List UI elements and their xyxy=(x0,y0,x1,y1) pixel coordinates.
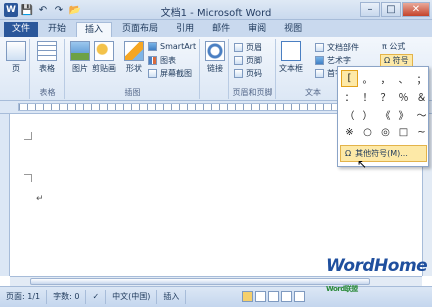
symbol-cell[interactable]: 《 xyxy=(377,106,394,123)
maximize-button[interactable]: □ xyxy=(381,2,401,17)
symbol-cell[interactable]: 》 xyxy=(395,106,412,123)
tab-file[interactable]: 文件 xyxy=(4,22,39,37)
symbol-cell[interactable]: [ xyxy=(341,70,358,87)
screenshot-icon xyxy=(148,69,157,78)
ribbon-tabs: 文件 开始 插入 页面布局 引用 邮件 审阅 视图 xyxy=(0,20,432,37)
formula-button[interactable]: π 公式 xyxy=(382,41,405,52)
status-words[interactable]: 字数: 0 xyxy=(47,290,87,304)
symbol-cell[interactable]: 、 xyxy=(395,70,412,87)
textbox-icon xyxy=(281,41,301,61)
group-tables: 表格 表格 xyxy=(31,39,65,99)
clipart-button[interactable]: 剪贴画 xyxy=(92,41,116,74)
wordart-button[interactable]: 艺术字 xyxy=(315,55,351,66)
group-label-tables: 表格 xyxy=(39,88,56,97)
wordart-icon xyxy=(315,56,324,65)
status-language[interactable]: 中文(中国) xyxy=(106,290,158,304)
view-buttons xyxy=(242,291,305,302)
chart-button[interactable]: 图表 xyxy=(148,55,176,66)
margin-corner-mark xyxy=(24,174,32,182)
symbol-cell[interactable]: ％ xyxy=(395,88,412,105)
print-layout-view-icon[interactable] xyxy=(242,291,253,302)
page-number-button[interactable]: 页码 xyxy=(234,68,262,79)
close-button[interactable]: ✕ xyxy=(402,2,430,17)
footer-icon xyxy=(234,56,243,65)
tab-references[interactable]: 引用 xyxy=(168,22,202,37)
status-page[interactable]: 页面: 1/1 xyxy=(0,290,48,304)
picture-button[interactable]: 图片 xyxy=(70,41,90,74)
symbol-cell[interactable]: ， xyxy=(377,70,394,87)
symbol-cell[interactable]: □ xyxy=(395,124,412,141)
tab-insert[interactable]: 插入 xyxy=(76,22,113,37)
symbol-cell[interactable]: ※ xyxy=(341,124,358,141)
link-icon xyxy=(205,41,225,61)
more-symbols-item[interactable]: Ω 其他符号(M)... xyxy=(340,145,427,162)
group-pages: 页 xyxy=(0,39,30,99)
textbox-button[interactable]: 文本框 xyxy=(279,41,303,74)
symbol-cell[interactable]: ＆ xyxy=(413,88,430,105)
screenshot-button[interactable]: 屏幕截图 xyxy=(148,68,192,79)
paragraph-mark: ↵ xyxy=(36,194,44,204)
symbol-cell[interactable]: ～ xyxy=(413,106,430,123)
smartart-icon xyxy=(148,42,157,51)
omega-icon: Ω xyxy=(345,149,352,158)
symbol-cell[interactable]: ~ xyxy=(413,124,430,141)
margin-corner-mark xyxy=(24,132,32,140)
wordhome-watermark: WordHome Word联盟 xyxy=(326,256,428,293)
smartart-button[interactable]: SmartArt xyxy=(148,42,196,51)
outline-view-icon[interactable] xyxy=(281,291,292,302)
group-header-footer: 页眉 页脚 页码 页眉和页脚 xyxy=(230,39,276,99)
proofing-icon[interactable]: ✓ xyxy=(86,290,107,304)
status-mode[interactable]: 插入 xyxy=(157,290,187,304)
shapes-icon xyxy=(124,41,144,61)
docparts-icon xyxy=(315,43,324,52)
table-button[interactable]: 表格 xyxy=(37,41,57,74)
symbol-cell[interactable]: ！ xyxy=(359,88,376,105)
header-icon xyxy=(234,43,243,52)
docparts-button[interactable]: 文档部件 xyxy=(315,42,359,53)
footer-button[interactable]: 页脚 xyxy=(234,55,262,66)
symbol-cell[interactable]: 。 xyxy=(359,70,376,87)
page-icon xyxy=(6,41,26,61)
draft-view-icon[interactable] xyxy=(294,291,305,302)
symbol-grid: [ 。 ， 、 ； ： ！ ？ ％ ＆ （ ） 《 》 ～ ※ ○ ◎ □ ~ xyxy=(341,70,430,141)
vertical-ruler xyxy=(0,114,10,276)
table-icon xyxy=(37,41,57,61)
tab-page-layout[interactable]: 页面布局 xyxy=(114,22,166,37)
symbol-cell[interactable]: ？ xyxy=(377,88,394,105)
symbol-cell[interactable]: ； xyxy=(413,70,430,87)
symbol-cell[interactable]: （ xyxy=(341,106,358,123)
tab-home[interactable]: 开始 xyxy=(40,22,74,37)
tab-mailings[interactable]: 邮件 xyxy=(204,22,238,37)
web-layout-view-icon[interactable] xyxy=(268,291,279,302)
mouse-pointer-icon: ↖ xyxy=(357,157,368,171)
clipart-icon xyxy=(94,41,114,61)
group-illustrations: 图片 剪贴画 形状 SmartArt 图表 屏幕截图 插图 xyxy=(66,39,200,99)
minimize-button[interactable]: – xyxy=(360,2,380,17)
group-label-header-footer: 页眉和页脚 xyxy=(232,88,273,97)
tab-view[interactable]: 视图 xyxy=(276,22,310,37)
shapes-button[interactable]: 形状 xyxy=(124,41,144,74)
tab-review[interactable]: 审阅 xyxy=(240,22,274,37)
group-label-illustrations: 插图 xyxy=(124,88,141,97)
symbol-cell[interactable]: ： xyxy=(341,88,358,105)
picture-icon xyxy=(70,41,90,61)
symbol-cell[interactable]: ○ xyxy=(359,124,376,141)
pages-button[interactable]: 页 xyxy=(6,41,26,74)
dropcap-icon xyxy=(315,69,324,78)
group-links: 链接 xyxy=(201,39,229,99)
title-bar: W 💾 ↶ ↷ 📂 文档1 - Microsoft Word – □ ✕ xyxy=(0,0,432,20)
symbol-cell[interactable]: ◎ xyxy=(377,124,394,141)
chart-icon xyxy=(148,56,157,65)
full-screen-view-icon[interactable] xyxy=(255,291,266,302)
symbol-cell[interactable]: ） xyxy=(359,106,376,123)
scroll-thumb[interactable] xyxy=(30,278,370,285)
symbol-dropdown: [ 。 ， 、 ； ： ！ ？ ％ ＆ （ ） 《 》 ～ ※ ○ ◎ □ ~ … xyxy=(337,66,429,167)
window-controls: – □ ✕ xyxy=(360,2,430,17)
page-number-icon xyxy=(234,69,243,78)
link-button[interactable]: 链接 xyxy=(205,41,225,74)
header-button[interactable]: 页眉 xyxy=(234,42,262,53)
